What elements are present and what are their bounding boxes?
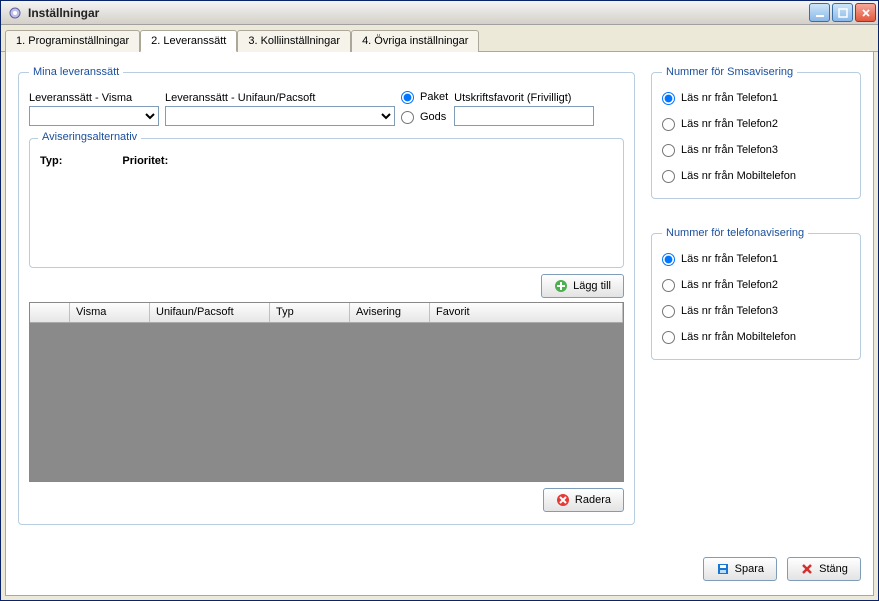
- sms-mobil-radio[interactable]: [662, 170, 675, 183]
- visma-select[interactable]: [29, 106, 159, 126]
- favorit-label: Utskriftsfavorit (Frivilligt): [454, 92, 594, 104]
- delete-icon: [556, 493, 570, 507]
- delete-button-label: Radera: [575, 494, 611, 506]
- typ-header: Typ:: [40, 155, 62, 167]
- tab-content: Mina leveranssätt Leveranssätt - Visma L…: [5, 52, 874, 596]
- grid-col-favorit[interactable]: Favorit: [430, 303, 623, 322]
- tel-legend: Nummer för telefonavisering: [662, 227, 808, 239]
- visma-label: Leveranssätt - Visma: [29, 92, 159, 104]
- paket-radio[interactable]: [401, 91, 414, 104]
- delete-button[interactable]: Radera: [543, 488, 624, 512]
- close-button-label: Stäng: [819, 563, 848, 575]
- gods-radio[interactable]: [401, 111, 414, 124]
- window-controls: [809, 3, 876, 22]
- tel-mobil-radio[interactable]: [662, 331, 675, 344]
- tel-opt4: Läs nr från Mobiltelefon: [681, 331, 796, 343]
- close-button[interactable]: Stäng: [787, 557, 861, 581]
- save-icon: [716, 562, 730, 576]
- tel-telefon2-radio[interactable]: [662, 279, 675, 292]
- close-window-button[interactable]: [855, 3, 876, 22]
- sms-legend: Nummer för Smsavisering: [662, 66, 797, 78]
- tab-delivery-methods[interactable]: 2. Leveranssätt: [140, 30, 237, 52]
- grid-col-visma[interactable]: Visma: [70, 303, 150, 322]
- sms-telefon2-radio[interactable]: [662, 118, 675, 131]
- tel-fieldset: Nummer för telefonavisering Läs nr från …: [651, 227, 861, 360]
- close-icon: [800, 562, 814, 576]
- grid-col-unifaun[interactable]: Unifaun/Pacsoft: [150, 303, 270, 322]
- grid-body: [30, 323, 623, 481]
- tel-telefon3-radio[interactable]: [662, 305, 675, 318]
- delivery-grid[interactable]: Visma Unifaun/Pacsoft Typ Avisering Favo…: [29, 302, 624, 482]
- tel-opt3: Läs nr från Telefon3: [681, 305, 778, 317]
- save-button[interactable]: Spara: [703, 557, 777, 581]
- tab-other-settings[interactable]: 4. Övriga inställningar: [351, 30, 479, 52]
- sms-opt1: Läs nr från Telefon1: [681, 92, 778, 104]
- tab-parcel-settings[interactable]: 3. Kolliinställningar: [237, 30, 351, 52]
- avisering-legend: Aviseringsalternativ: [38, 131, 141, 143]
- sms-opt2: Läs nr från Telefon2: [681, 118, 778, 130]
- prioritet-header: Prioritet:: [122, 155, 168, 167]
- sms-fieldset: Nummer för Smsavisering Läs nr från Tele…: [651, 66, 861, 199]
- tab-bar: 1. Programinställningar 2. Leveranssätt …: [1, 25, 878, 52]
- plus-icon: [554, 279, 568, 293]
- app-icon: [7, 5, 23, 21]
- delivery-fieldset: Mina leveranssätt Leveranssätt - Visma L…: [18, 66, 635, 525]
- titlebar: Inställningar: [1, 1, 878, 25]
- paket-label: Paket: [420, 91, 448, 103]
- tel-telefon1-radio[interactable]: [662, 253, 675, 266]
- avisering-fieldset: Aviseringsalternativ Typ: Prioritet:: [29, 138, 624, 268]
- tel-opt1: Läs nr från Telefon1: [681, 253, 778, 265]
- add-button-label: Lägg till: [573, 280, 611, 292]
- grid-header: Visma Unifaun/Pacsoft Typ Avisering Favo…: [30, 303, 623, 323]
- sms-opt3: Läs nr från Telefon3: [681, 144, 778, 156]
- add-button[interactable]: Lägg till: [541, 274, 624, 298]
- gods-label: Gods: [420, 111, 446, 123]
- settings-window: Inställningar 1. Programinställningar 2.…: [0, 0, 879, 601]
- unifaun-select[interactable]: [165, 106, 395, 126]
- minimize-button[interactable]: [809, 3, 830, 22]
- grid-col-avisering[interactable]: Avisering: [350, 303, 430, 322]
- maximize-button[interactable]: [832, 3, 853, 22]
- delivery-legend: Mina leveranssätt: [29, 66, 123, 78]
- window-title: Inställningar: [28, 6, 809, 20]
- sms-opt4: Läs nr från Mobiltelefon: [681, 170, 796, 182]
- sms-telefon1-radio[interactable]: [662, 92, 675, 105]
- tel-opt2: Läs nr från Telefon2: [681, 279, 778, 291]
- grid-col-blank[interactable]: [30, 303, 70, 322]
- save-button-label: Spara: [735, 563, 764, 575]
- favorit-input[interactable]: [454, 106, 594, 126]
- sms-telefon3-radio[interactable]: [662, 144, 675, 157]
- grid-col-typ[interactable]: Typ: [270, 303, 350, 322]
- tab-program-settings[interactable]: 1. Programinställningar: [5, 30, 140, 52]
- unifaun-label: Leveranssätt - Unifaun/Pacsoft: [165, 92, 395, 104]
